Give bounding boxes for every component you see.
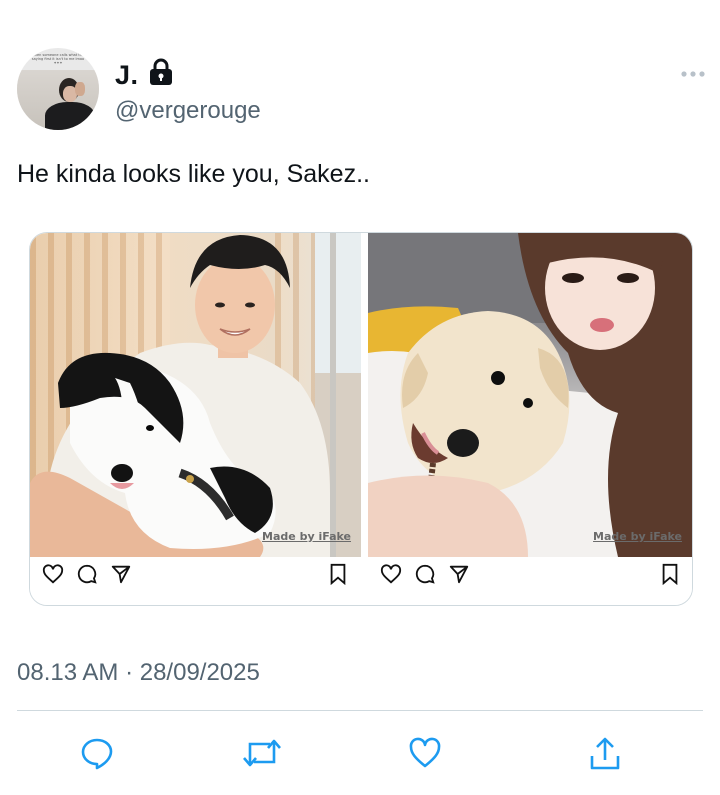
woman-and-puppy-illustration [368, 233, 692, 557]
heart-icon[interactable] [42, 563, 64, 585]
avatar-caption: when someone calls what the saying first… [31, 53, 85, 65]
bookmark-icon[interactable] [660, 563, 680, 585]
media-post-left[interactable]: Made by iFake [30, 233, 361, 605]
avatar-figure-hand [75, 82, 85, 96]
post-actions [368, 563, 692, 593]
tweet-text: He kinda looks like you, Sakez.. [17, 160, 370, 188]
share-icon[interactable] [448, 563, 470, 585]
share-icon[interactable] [110, 563, 132, 585]
like-icon[interactable] [408, 736, 442, 770]
reply-icon[interactable] [80, 736, 114, 770]
media-post-right[interactable]: Made by iFake [368, 233, 692, 605]
share-icon[interactable] [588, 736, 622, 772]
comment-icon[interactable] [414, 563, 436, 585]
photo-man-with-dog[interactable]: Made by iFake [30, 233, 361, 557]
watermark: Made by iFake [593, 530, 682, 543]
retweet-icon[interactable] [242, 736, 282, 770]
post-actions [30, 563, 361, 593]
more-options-icon[interactable] [681, 70, 705, 78]
watermark: Made by iFake [262, 530, 351, 543]
display-name[interactable]: J. [115, 60, 139, 91]
media-divider [361, 233, 368, 605]
user-handle[interactable]: @vergerouge [115, 97, 261, 125]
comment-icon[interactable] [76, 563, 98, 585]
tweet-timestamp[interactable]: 08.13 AM · 28/09/2025 [17, 659, 260, 687]
photo-woman-with-puppy[interactable]: Made by iFake [368, 233, 692, 557]
bookmark-icon[interactable] [328, 563, 348, 585]
divider [17, 710, 703, 711]
avatar-figure-body [45, 102, 95, 130]
media-card[interactable]: Made by iFake Made by iFake [29, 232, 693, 606]
lock-icon [150, 58, 172, 85]
heart-icon[interactable] [380, 563, 402, 585]
avatar[interactable]: when someone calls what the saying first… [17, 48, 99, 130]
man-and-dog-illustration [30, 235, 330, 557]
